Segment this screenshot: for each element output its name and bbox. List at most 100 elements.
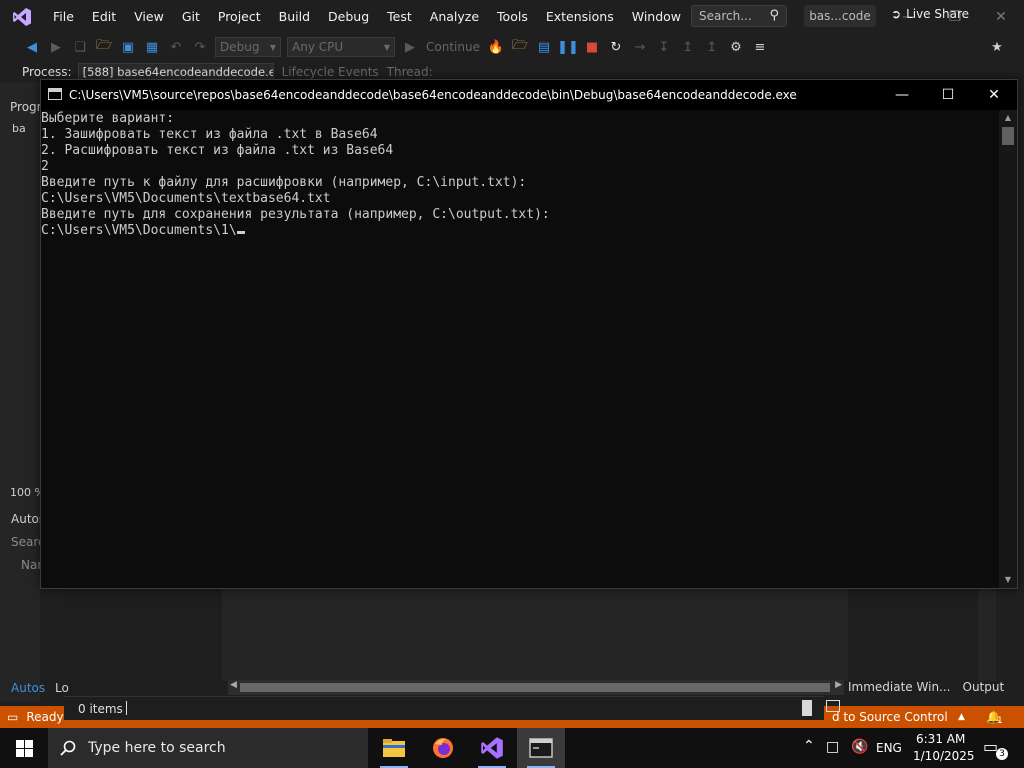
menu-build[interactable]: Build xyxy=(270,0,319,33)
error-list-summary: 0 items xyxy=(64,696,824,720)
menu-git[interactable]: Git xyxy=(173,0,209,33)
immediate-window-tab[interactable]: Immediate Win... xyxy=(848,680,951,696)
console-output[interactable]: Выберите вариант: 1. Зашифровать текст и… xyxy=(41,110,999,588)
standard-toolbar: ◀ ▶ ❏ 🗁 ▣ ▦ ↶ ↷ Debug ▼ Any CPU ▼ ▶ Contin… xyxy=(0,33,1024,61)
taskbar-search-box[interactable]: Type here to search xyxy=(48,728,368,768)
status-icon: ▭ xyxy=(7,710,19,724)
step-over-icon[interactable]: ↧ xyxy=(654,37,674,57)
editor-hscrollbar[interactable]: ◀ ▶ xyxy=(228,680,844,695)
close-icon[interactable]: ✕ xyxy=(978,0,1024,33)
screenshot-icon[interactable]: ▤ xyxy=(534,37,554,57)
toolbar-overflow-icon[interactable]: ≡ xyxy=(750,37,770,57)
vs-search-input[interactable]: Search... ⚲ xyxy=(691,5,787,27)
live-share-icon: ➲ xyxy=(891,7,902,21)
search-placeholder: Search... xyxy=(699,9,752,23)
hot-reload-icon[interactable]: 🔥 xyxy=(486,37,506,57)
volume-muted-icon[interactable]: 🔇 xyxy=(851,739,868,755)
console-window[interactable]: C:\Users\VM5\source\repos\base64encodean… xyxy=(40,79,1018,589)
console-taskbar-icon[interactable] xyxy=(517,728,565,768)
menu-tools[interactable]: Tools xyxy=(488,0,537,33)
stop-icon[interactable]: ■ xyxy=(582,37,602,57)
output-vscroll[interactable] xyxy=(978,589,996,681)
text-caret xyxy=(126,701,127,715)
console-input-text: C:\Users\VM5\Documents\1\ xyxy=(41,223,237,238)
windows-start-icon[interactable] xyxy=(0,728,48,768)
console-scroll-thumb[interactable] xyxy=(1002,127,1014,145)
thread-label: Thread: xyxy=(386,64,433,79)
continue-button[interactable]: Continue xyxy=(426,40,480,54)
console-maximize-icon[interactable]: ☐ xyxy=(925,80,971,110)
editor-area-bg xyxy=(222,589,848,681)
scroll-up-icon[interactable]: ▲ xyxy=(999,110,1017,126)
firefox-icon[interactable] xyxy=(419,728,467,768)
scroll-left-icon[interactable]: ◀ xyxy=(230,680,237,690)
process-value: [588] base64encodeanddecode.exe xyxy=(82,64,274,79)
open-folder-icon[interactable]: 🗁 xyxy=(94,37,114,57)
live-share-label: Live Share xyxy=(906,7,970,21)
live-share-button[interactable]: ➲ Live Share xyxy=(891,4,969,24)
hscroll-thumb[interactable] xyxy=(240,683,830,692)
console-input-line[interactable]: C:\Users\VM5\Documents\1\ xyxy=(41,223,999,239)
console-cursor xyxy=(236,231,245,234)
menu-extensions[interactable]: Extensions xyxy=(537,0,623,33)
clock-time[interactable]: 6:31 AM xyxy=(916,732,965,746)
output-pane-bg xyxy=(848,589,978,681)
panel-toggle-icon[interactable] xyxy=(826,700,840,712)
pause-icon[interactable]: ❚❚ xyxy=(557,37,579,57)
menu-edit[interactable]: Edit xyxy=(83,0,125,33)
forward-nav-icon[interactable]: ▶ xyxy=(46,37,66,57)
menu-project[interactable]: Project xyxy=(209,0,270,33)
tray-overflow-icon[interactable]: ⌃ xyxy=(803,738,815,754)
platform-select[interactable]: Any CPU ▼ xyxy=(287,37,395,57)
config-select[interactable]: Debug ▼ xyxy=(215,37,281,57)
windows-taskbar: Type here to search ⌃ □ 🔇 ENG 6:31 AM 1/… xyxy=(0,728,1024,768)
menu-debug[interactable]: Debug xyxy=(319,0,378,33)
locals-tab[interactable]: Lo xyxy=(55,681,69,695)
save-all-icon[interactable]: ▦ xyxy=(142,37,162,57)
config-value: Debug xyxy=(220,40,260,54)
console-title-bar[interactable]: C:\Users\VM5\source\repos\base64encodean… xyxy=(41,80,1017,110)
lifecycle-events-button[interactable]: Lifecycle Events xyxy=(282,65,379,79)
undo-icon[interactable]: ↶ xyxy=(166,37,186,57)
search-icon: ⚲ xyxy=(769,8,779,23)
menu-file[interactable]: File xyxy=(44,0,83,33)
bottom-tool-tabs: Immediate Win... Output xyxy=(848,680,1004,696)
tools-icon[interactable]: ⚙ xyxy=(726,37,746,57)
menu-view[interactable]: View xyxy=(125,0,173,33)
console-close-icon[interactable]: ✕ xyxy=(971,80,1017,110)
visual-studio-taskbar-icon[interactable] xyxy=(468,728,516,768)
scroll-down-icon[interactable]: ▼ xyxy=(999,572,1017,588)
source-control-arrow-icon[interactable]: ▲ xyxy=(958,712,965,722)
console-minimize-icon[interactable]: — xyxy=(879,80,925,110)
step-back-icon[interactable]: ↥ xyxy=(702,37,722,57)
clock-date[interactable]: 1/10/2025 xyxy=(913,749,975,763)
output-tab[interactable]: Output xyxy=(963,680,1005,696)
back-nav-icon[interactable]: ◀ xyxy=(22,37,42,57)
program-tab[interactable]: Progr xyxy=(10,100,42,114)
network-icon[interactable]: □ xyxy=(826,739,839,755)
restart-icon[interactable]: ↻ xyxy=(606,37,626,57)
process-select[interactable]: [588] base64encodeanddecode.exe xyxy=(77,62,274,81)
new-project-icon[interactable]: ❏ xyxy=(70,37,90,57)
feedback-icon[interactable]: ★ xyxy=(987,37,1007,57)
step-out-icon[interactable]: ↥ xyxy=(678,37,698,57)
visual-studio-logo-icon[interactable] xyxy=(0,0,44,33)
save-icon[interactable]: ▣ xyxy=(118,37,138,57)
menu-test[interactable]: Test xyxy=(378,0,421,33)
layout-toggle-icon[interactable] xyxy=(802,700,812,716)
file-explorer-icon[interactable] xyxy=(370,728,418,768)
process-label: Process: xyxy=(22,64,72,79)
folder-icon[interactable]: 🗁 xyxy=(510,37,530,57)
add-to-source-control[interactable]: d to Source Control xyxy=(832,710,948,724)
solution-name-badge[interactable]: bas...code xyxy=(804,5,876,27)
continue-icon[interactable]: ▶ xyxy=(400,37,420,57)
menu-analyze[interactable]: Analyze xyxy=(421,0,488,33)
project-item[interactable]: ba xyxy=(12,122,26,135)
menu-window[interactable]: Window xyxy=(623,0,690,33)
step-into-icon[interactable]: → xyxy=(630,37,650,57)
console-vscrollbar[interactable]: ▲ ▼ xyxy=(999,110,1017,588)
scroll-right-icon[interactable]: ▶ xyxy=(835,680,842,690)
language-indicator[interactable]: ENG xyxy=(876,741,902,755)
redo-icon[interactable]: ↷ xyxy=(190,37,210,57)
autos-tab[interactable]: Autos xyxy=(11,681,45,695)
